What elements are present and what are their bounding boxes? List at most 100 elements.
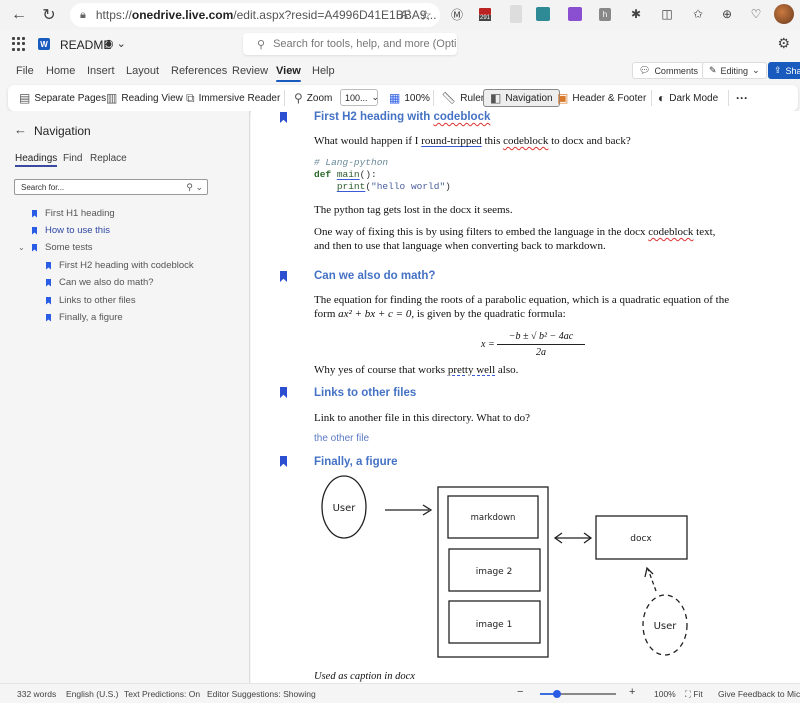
collections-icon[interactable]: ⊕ (718, 5, 736, 23)
zoom-out-button[interactable]: − (517, 686, 523, 698)
zoom-level-select[interactable]: 100... ⌄ (340, 89, 380, 106)
more-options-button[interactable]: ··· (733, 89, 751, 107)
bookmark-icon (280, 271, 287, 282)
menu-help[interactable]: Help (312, 65, 335, 77)
immersive-reader-button[interactable]: ⧉ Immersive Reader (183, 89, 283, 107)
app-launcher-icon[interactable] (12, 37, 26, 51)
heading-item[interactable]: First H1 heading (32, 208, 115, 219)
menu-home[interactable]: Home (46, 65, 75, 77)
tab-find[interactable]: Find (63, 153, 82, 164)
menu-insert[interactable]: Insert (87, 65, 115, 77)
bookmark-icon (46, 261, 51, 270)
extension-icon-m[interactable]: Ⓜ (448, 5, 466, 23)
zoom-100-button[interactable]: ▦ 100% (386, 89, 433, 107)
browser-essentials-icon[interactable]: ♡ (747, 5, 765, 23)
bookmark-icon (46, 278, 51, 287)
saved-status-icon[interactable]: ◉ ⌄ (104, 37, 126, 50)
extensions-puzzle-icon[interactable]: ✱ (627, 5, 645, 23)
zoom-slider[interactable] (540, 690, 616, 698)
back-button[interactable]: ← (4, 0, 34, 30)
editor-suggestions-status[interactable]: Editor Suggestions: Showing (207, 689, 316, 699)
document-canvas[interactable]: First H2 heading with codeblock What wou… (251, 111, 800, 683)
lock-icon: 🔒︎ (80, 8, 86, 21)
link-other-file[interactable]: the other file (314, 433, 369, 444)
read-aloud-icon[interactable]: Aᵃ (400, 9, 410, 21)
heading-item[interactable]: Links to other files (46, 295, 136, 306)
menu-layout[interactable]: Layout (126, 65, 159, 77)
header-footer-button[interactable]: ▣ Header & Footer (554, 89, 649, 107)
word-count[interactable]: 332 words (17, 689, 56, 699)
chevron-down-icon: ⌄ (371, 92, 380, 102)
comment-icon: 💬︎ (639, 65, 651, 75)
extension-icon-onenote[interactable] (568, 7, 582, 21)
extension-icon-calendar[interactable]: 291 (476, 5, 494, 23)
reading-view-button[interactable]: ▥ Reading View (103, 89, 186, 107)
editing-mode-button[interactable]: ✎ Editing ⌄ (702, 62, 767, 79)
tab-replace[interactable]: Replace (90, 153, 127, 164)
heading-item[interactable]: Can we also do math? (46, 277, 154, 288)
split-screen-icon[interactable]: ◫ (658, 5, 676, 23)
zoom-button[interactable]: ⚲ Zoom (291, 89, 335, 107)
navigation-search-input[interactable]: Search for... ⚲ ⌄ (14, 179, 208, 195)
extension-icon-teal[interactable] (536, 7, 550, 21)
bookmark-icon (280, 112, 287, 123)
bookmark-icon (280, 456, 287, 467)
favorites-icon[interactable]: ✩ (689, 5, 707, 23)
search-icon: ⚲ (257, 38, 266, 51)
extension-icon-h[interactable]: h (599, 8, 611, 21)
search-options-icon[interactable]: ⚲ ⌄ (186, 182, 203, 193)
pencil-icon: ✎ (709, 65, 717, 75)
heading-item[interactable]: Finally, a figure (46, 312, 123, 323)
paragraph-works: Why yes of course that works pretty well… (314, 364, 519, 376)
settings-gear-icon[interactable]: ⚙ (777, 35, 790, 52)
menu-references[interactable]: References (171, 65, 227, 77)
address-bar[interactable]: 🔒︎ https://onedrive.live.com/edit.aspx?r… (70, 3, 440, 27)
collapse-chevron-icon[interactable]: ⌄ (18, 243, 25, 252)
menu-review[interactable]: Review (232, 65, 268, 77)
extension-icon-doc[interactable] (510, 5, 522, 23)
heading-item[interactable]: First H2 heading with codeblock (46, 260, 194, 271)
comments-button[interactable]: 💬︎ Comments (632, 62, 705, 79)
paragraph-equation: The equation for finding the roots of a … (314, 294, 730, 320)
feedback-link[interactable]: Give Feedback to Microsoft (718, 689, 800, 699)
profile-avatar[interactable] (774, 4, 794, 24)
heading-math: Can we also do math? (314, 270, 436, 282)
menu-view[interactable]: View (276, 65, 301, 82)
header-footer-icon: ▣ (557, 91, 569, 105)
figure-label-image1: image 1 (476, 620, 513, 630)
heading-item-current[interactable]: How to use this (32, 225, 110, 236)
separate-pages-button[interactable]: ▤ Separate Pages (16, 89, 109, 107)
view-ribbon: ▤ Separate Pages ▥ Reading View ⧉ Immersive… (8, 85, 798, 111)
language-status[interactable]: English (U.S.) (66, 689, 118, 699)
contrast-icon: ◐ (658, 91, 666, 105)
paragraph-roundtrip: What would happen if I round-tripped thi… (314, 135, 631, 147)
tab-headings[interactable]: Headings (15, 153, 58, 167)
status-bar: 332 words English (U.S.) Text Prediction… (0, 683, 800, 703)
fit-button[interactable]: ⛶ Fit (685, 689, 703, 700)
paragraph-fixing: One way of fixing this is by using filte… (314, 226, 716, 252)
menu-file[interactable]: File (16, 65, 34, 77)
heading-item[interactable]: Some tests (32, 242, 93, 253)
favorite-star-icon[interactable]: ☆ (419, 7, 432, 24)
divider (433, 90, 434, 106)
paragraph-python-tag: The python tag gets lost in the docx it … (314, 204, 513, 216)
figure-label-image2: image 2 (476, 567, 513, 577)
page-icon: ▤ (19, 91, 31, 105)
browser-toolbar: ← ↻ 🔒︎ https://onedrive.live.com/edit.as… (0, 0, 800, 30)
refresh-button[interactable]: ↻ (34, 0, 64, 30)
search-box[interactable]: ⚲ Search for tools, help, and more (Opti… (243, 33, 457, 55)
arrow-left-icon: ← (11, 6, 27, 23)
navigation-pane-icon: ◧ (490, 91, 502, 105)
ruler-button[interactable]: 📏︎ Ruler (438, 89, 487, 107)
ruler-icon: 📏︎ (441, 91, 457, 105)
page-zoom-icon: ▦ (389, 91, 401, 105)
zoom-in-button[interactable]: + (629, 686, 635, 698)
chevron-down-icon: ⌄ (752, 65, 760, 75)
zoom-percent[interactable]: 100% (654, 689, 676, 699)
back-arrow-icon[interactable]: ← (14, 122, 27, 137)
share-button[interactable]: ⇪Share (768, 62, 800, 79)
dark-mode-button[interactable]: ◐ Dark Mode (655, 89, 721, 107)
zoom-slider-handle[interactable] (552, 690, 561, 698)
navigation-toggle-button[interactable]: ◧ Navigation (483, 89, 560, 107)
text-predictions-status[interactable]: Text Predictions: On (124, 689, 200, 699)
